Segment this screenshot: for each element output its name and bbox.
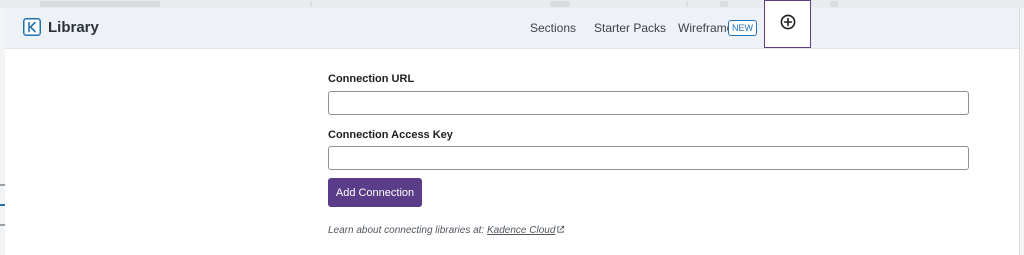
connection-url-label: Connection URL bbox=[328, 73, 415, 85]
background-page bbox=[0, 0, 1024, 8]
add-connection-button[interactable]: Add Connection bbox=[328, 178, 422, 207]
access-key-label: Connection Access Key bbox=[328, 129, 453, 141]
library-header: Library Sections Starter Packs Wireframe… bbox=[5, 0, 1019, 49]
tab-starter-packs[interactable]: Starter Packs bbox=[594, 21, 666, 35]
background-divider bbox=[686, 1, 688, 7]
help-text-prefix: Learn about connecting libraries at: bbox=[328, 225, 487, 236]
external-link-icon bbox=[556, 225, 565, 237]
plus-circle-icon bbox=[780, 14, 796, 35]
help-text: Learn about connecting libraries at: Kad… bbox=[328, 225, 565, 237]
background-right-edge bbox=[1019, 8, 1024, 255]
add-connection-tab-button[interactable] bbox=[764, 0, 811, 48]
connection-url-input[interactable] bbox=[328, 91, 969, 115]
background-icon bbox=[830, 1, 838, 7]
new-badge: NEW bbox=[728, 20, 757, 36]
tab-sections[interactable]: Sections bbox=[530, 21, 576, 35]
app-title: Library bbox=[48, 19, 99, 36]
tab-wireframe[interactable]: Wireframe bbox=[678, 21, 733, 35]
background-icon bbox=[720, 1, 728, 7]
kadence-cloud-link[interactable]: Kadence Cloud bbox=[487, 225, 555, 236]
background-text bbox=[40, 1, 160, 7]
background-divider bbox=[310, 1, 312, 7]
access-key-input[interactable] bbox=[328, 146, 969, 170]
library-modal: Library Sections Starter Packs Wireframe… bbox=[5, 0, 1019, 255]
kadence-logo-icon bbox=[23, 18, 41, 36]
background-text bbox=[550, 1, 570, 7]
